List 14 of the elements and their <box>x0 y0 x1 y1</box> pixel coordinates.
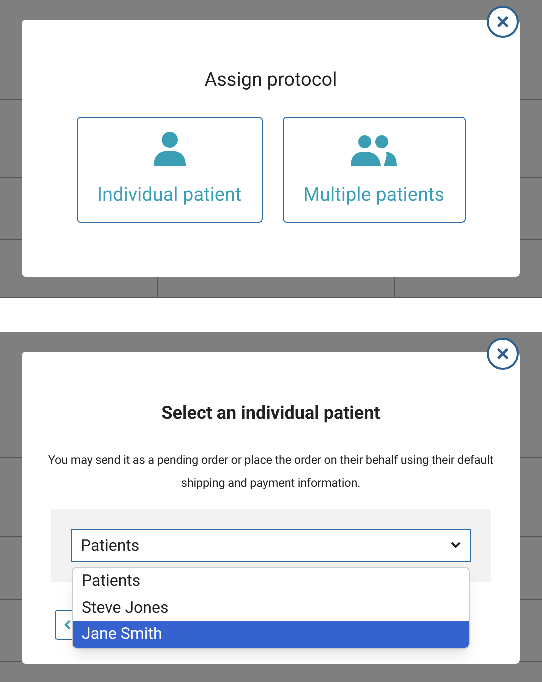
dropdown-option[interactable]: Jane Smith <box>73 621 469 648</box>
dropdown-option[interactable]: Steve Jones <box>73 594 469 621</box>
close-icon <box>497 16 509 28</box>
close-button[interactable] <box>487 6 519 38</box>
close-button[interactable] <box>487 338 519 370</box>
close-icon <box>497 348 509 360</box>
patient-select[interactable]: Patients <box>71 529 471 562</box>
chevron-down-icon <box>451 542 461 549</box>
dialog-title: Select an individual patient <box>162 402 380 426</box>
description: You may send it as a pending order or place the order on their behalf using their default shipping and payment information. <box>47 452 495 492</box>
people-icon <box>350 135 398 167</box>
dropdown-option[interactable]: Patients <box>73 568 469 594</box>
person-icon <box>152 131 188 167</box>
dialog-title: Assign protocol <box>204 67 338 93</box>
